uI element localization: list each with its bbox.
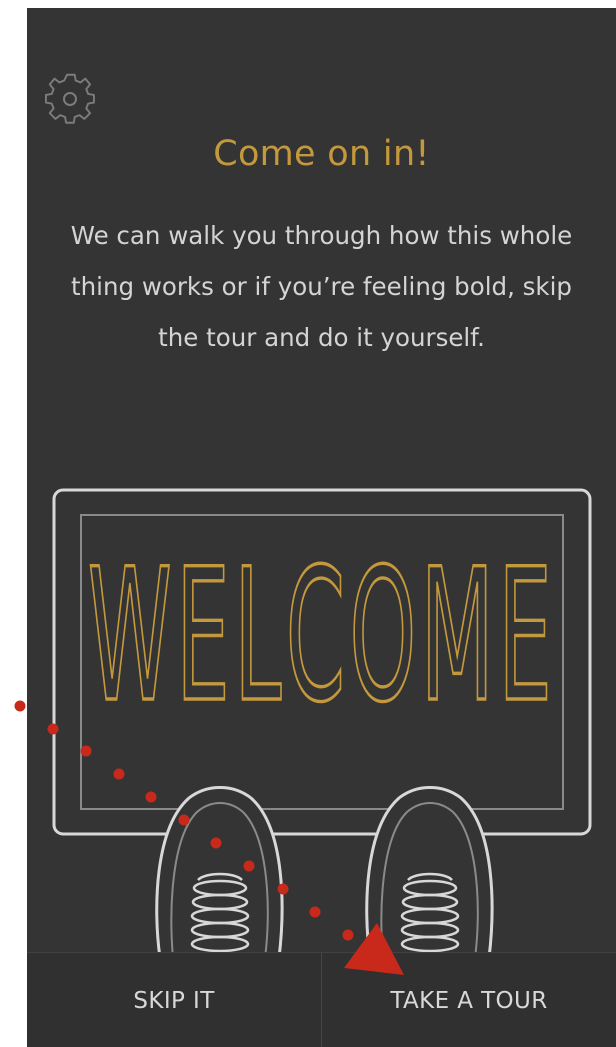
skip-button[interactable]: SKIP IT <box>27 953 322 1047</box>
mat-welcome-label: WELCOME <box>88 530 556 743</box>
welcome-screen: Come on in! We can walk you through how … <box>27 8 616 1047</box>
page-title: Come on in! <box>213 134 430 174</box>
action-bar: SKIP IT TAKE A TOUR <box>27 952 616 1047</box>
intro-text: We can walk you through how this whole t… <box>70 221 573 352</box>
annotation-dot <box>14 700 26 712</box>
gear-icon[interactable] <box>43 72 99 128</box>
left-shoe <box>155 786 284 958</box>
right-shoe <box>365 786 494 958</box>
welcome-mat-illustration: WELCOME <box>52 488 592 958</box>
take-tour-button[interactable]: TAKE A TOUR <box>322 953 616 1047</box>
